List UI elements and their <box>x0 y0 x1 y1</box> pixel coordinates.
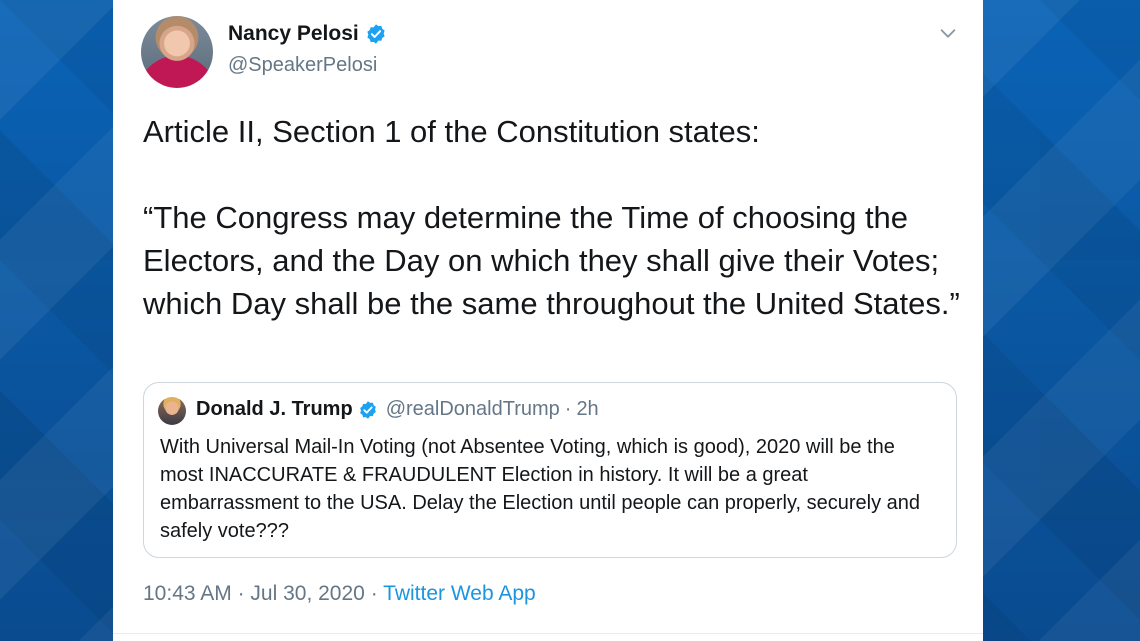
quoted-text: With Universal Mail-In Voting (not Absen… <box>160 436 921 542</box>
tweet-text: Article II, Section 1 of the Constitutio… <box>143 110 963 325</box>
avatar[interactable] <box>141 16 213 88</box>
quoted-author-name: Donald J. Trump <box>196 398 353 420</box>
quoted-header: Donald J. Trump @realDonaldTrump · 2h <box>196 398 599 421</box>
chevron-down-icon[interactable] <box>937 22 959 44</box>
quoted-timestamp: 2h <box>576 398 599 420</box>
author-handle[interactable]: @SpeakerPelosi <box>228 54 377 77</box>
tweet-card: Nancy Pelosi @SpeakerPelosi Article II, … <box>113 0 983 641</box>
meta-separator: · <box>237 582 245 605</box>
tweet-date[interactable]: Jul 30, 2020 <box>250 582 364 605</box>
tweet-quote-text: “The Congress may determine the Time of … <box>143 200 960 321</box>
tweet-time[interactable]: 10:43 AM <box>143 582 232 605</box>
quoted-author-handle: @realDonaldTrump <box>385 398 560 420</box>
divider <box>113 633 983 634</box>
quoted-separator: · <box>564 398 572 420</box>
verified-badge-icon <box>367 24 385 44</box>
quoted-tweet[interactable]: Donald J. Trump @realDonaldTrump · 2h Wi… <box>143 382 957 558</box>
source-app-link[interactable]: Twitter Web App <box>383 582 536 605</box>
quoted-avatar <box>158 397 186 425</box>
meta-separator: · <box>370 582 378 605</box>
tweet-meta: 10:43 AM · Jul 30, 2020 · Twitter Web Ap… <box>143 582 536 606</box>
author-row: Nancy Pelosi <box>228 22 387 46</box>
tweet-text-line: Article II, Section 1 of the Constitutio… <box>143 114 760 149</box>
author-name[interactable]: Nancy Pelosi <box>228 22 359 46</box>
verified-badge-icon <box>359 400 376 419</box>
